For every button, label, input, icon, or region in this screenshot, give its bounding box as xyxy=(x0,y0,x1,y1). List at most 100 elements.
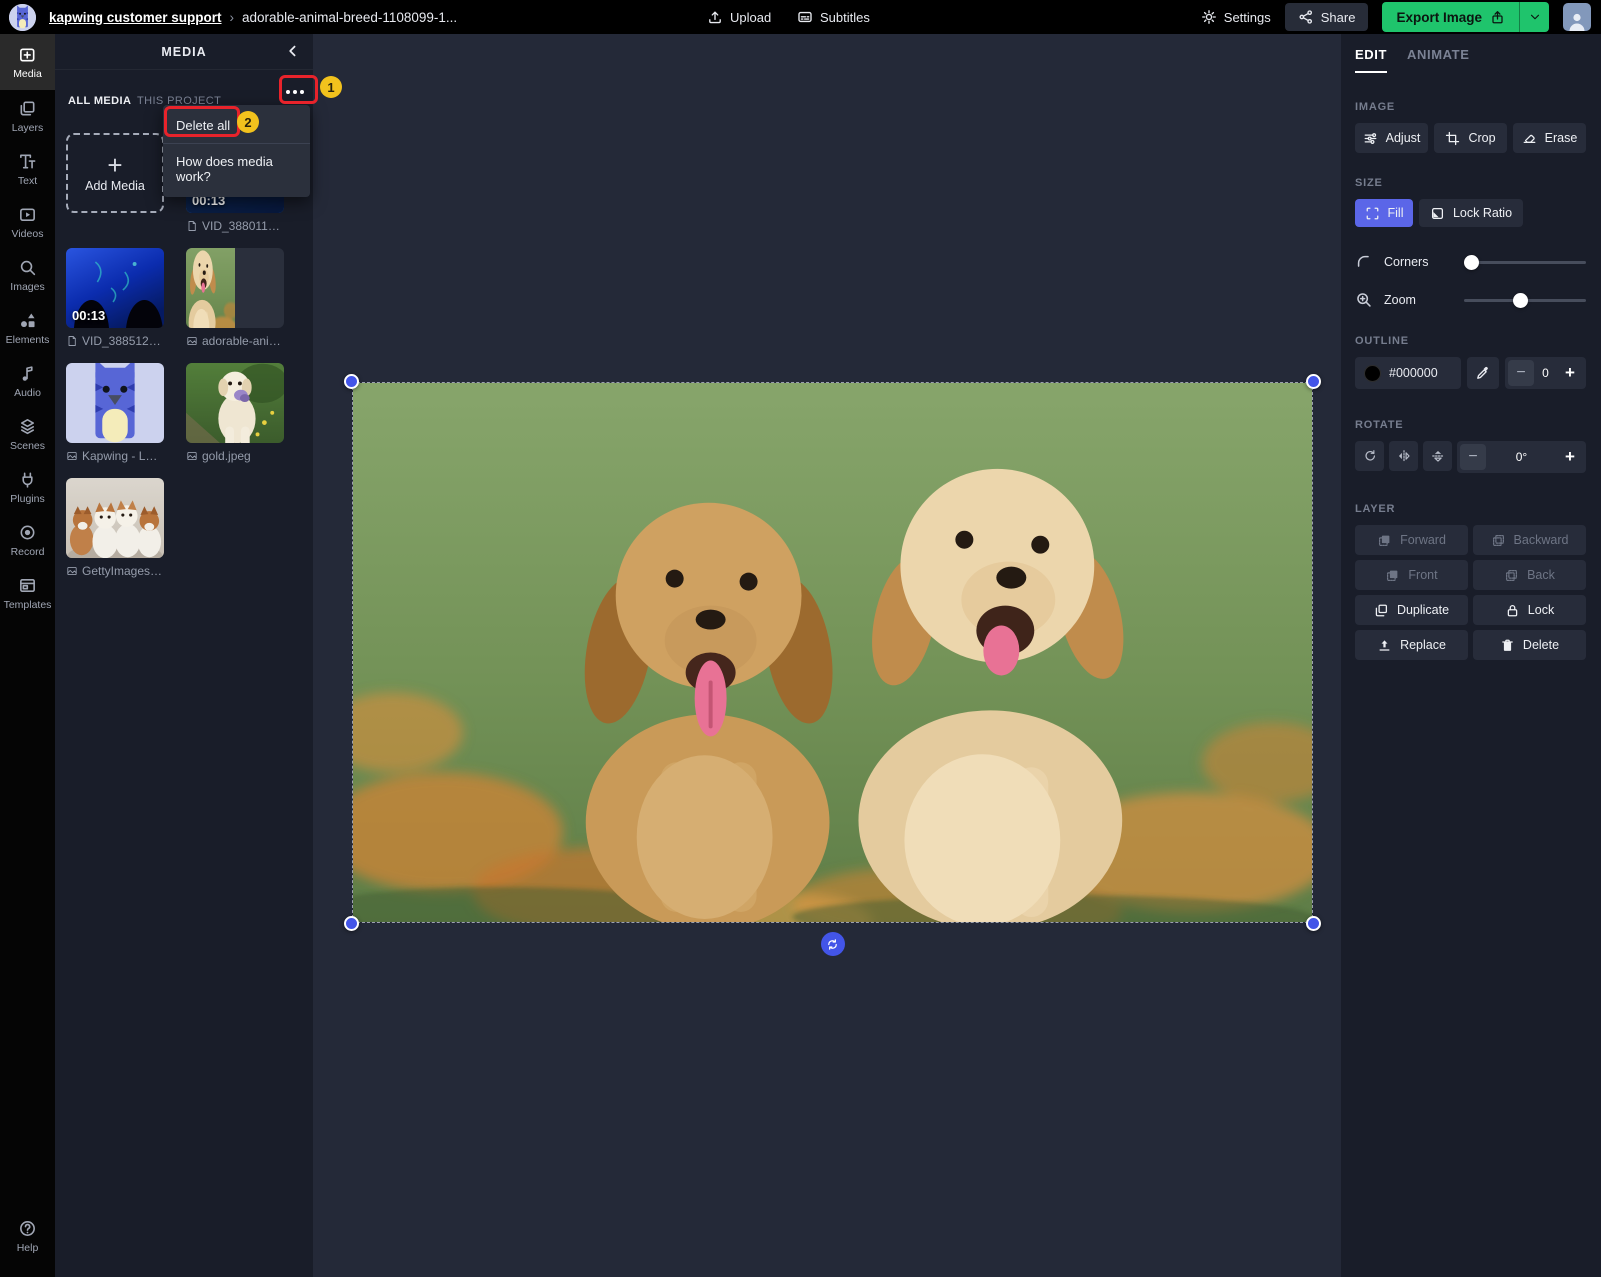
media-thumbnail-image[interactable] xyxy=(66,478,164,558)
rail-item-media[interactable]: Media xyxy=(0,34,55,90)
collapse-panel-button[interactable] xyxy=(285,43,301,59)
editor-canvas[interactable] xyxy=(313,34,1341,1277)
resize-handle-bottom-right[interactable] xyxy=(1306,916,1321,931)
rail-item-elements[interactable]: Elements xyxy=(0,302,55,355)
rotate-90-button[interactable] xyxy=(1355,441,1384,471)
rotate-handle[interactable] xyxy=(821,932,845,956)
shapes-icon xyxy=(18,311,37,330)
rail-item-layers[interactable]: Layers xyxy=(0,90,55,143)
fill-button[interactable]: Fill xyxy=(1355,199,1413,227)
media-tile: Kapwing - Log... xyxy=(66,363,164,463)
crop-icon xyxy=(1445,131,1460,146)
layer-forward-button[interactable]: Forward xyxy=(1355,525,1468,555)
corners-slider-thumb[interactable] xyxy=(1464,255,1479,270)
rail-item-help[interactable]: Help xyxy=(0,1210,55,1263)
corners-slider[interactable] xyxy=(1464,255,1586,270)
media-tile: adorable-anim... xyxy=(186,248,284,348)
tool-rail: Media Layers Text Videos Images Elements… xyxy=(0,34,55,1277)
lock-button[interactable]: Lock xyxy=(1473,595,1586,625)
rail-item-plugins[interactable]: Plugins xyxy=(0,461,55,514)
export-options-caret[interactable] xyxy=(1519,2,1549,32)
outline-controls: #000000 − 0 + xyxy=(1355,357,1586,389)
add-media-button[interactable]: + Add Media xyxy=(66,133,164,213)
zoom-slider[interactable] xyxy=(1464,293,1586,308)
media-panel-header: MEDIA xyxy=(55,34,313,70)
tab-edit[interactable]: EDIT xyxy=(1355,47,1387,73)
replace-button[interactable]: Replace xyxy=(1355,630,1468,660)
lock-icon xyxy=(1505,603,1520,618)
rail-item-audio[interactable]: Audio xyxy=(0,355,55,408)
selected-image-layer[interactable] xyxy=(353,383,1312,922)
eyedropper-button[interactable] xyxy=(1467,357,1499,389)
tab-all-media[interactable]: ALL MEDIA xyxy=(68,95,131,107)
record-icon xyxy=(18,523,37,542)
plus-button[interactable]: + xyxy=(1557,444,1583,470)
add-media-tile[interactable]: + Add Media xyxy=(66,133,164,233)
outline-color-button[interactable]: #000000 xyxy=(1355,357,1461,389)
media-thumbnail-video[interactable]: 00:13 xyxy=(66,248,164,328)
eraser-icon xyxy=(1522,131,1537,146)
resize-handle-bottom-left[interactable] xyxy=(344,916,359,931)
adjust-button[interactable]: Adjust xyxy=(1355,123,1428,153)
menu-item-how-media-works[interactable]: How does media work? xyxy=(163,145,310,193)
rail-label: Scenes xyxy=(10,440,45,452)
media-caption: VID_38801129_... xyxy=(186,219,284,233)
zoom-slider-thumb[interactable] xyxy=(1513,293,1528,308)
image-file-icon xyxy=(66,565,78,577)
minus-button[interactable]: − xyxy=(1508,360,1534,386)
subtitles-button[interactable]: Subtitles xyxy=(797,9,870,25)
erase-button[interactable]: Erase xyxy=(1513,123,1586,153)
delete-button[interactable]: Delete xyxy=(1473,630,1586,660)
kapwing-logo[interactable] xyxy=(9,4,36,31)
size-section-label: SIZE xyxy=(1355,177,1586,189)
resize-handle-top-left[interactable] xyxy=(344,374,359,389)
plus-icon: + xyxy=(107,153,122,177)
media-thumbnail-image[interactable] xyxy=(66,363,164,443)
share-button[interactable]: Share xyxy=(1285,3,1369,31)
media-grid: + Add Media 00:13 VID_38801129_... 00:13… xyxy=(66,133,306,578)
flip-vertical-button[interactable] xyxy=(1423,441,1452,471)
rail-item-videos[interactable]: Videos xyxy=(0,196,55,249)
layer-actions: Forward Backward Front Back Duplicate Lo… xyxy=(1355,525,1586,660)
fill-label: Fill xyxy=(1388,206,1404,220)
lock-ratio-button[interactable]: Lock Ratio xyxy=(1419,199,1523,227)
layer-back-button[interactable]: Back xyxy=(1473,560,1586,590)
layer-forward-label: Forward xyxy=(1400,533,1446,547)
flip-horizontal-button[interactable] xyxy=(1389,441,1418,471)
file-icon xyxy=(66,335,78,347)
media-caption: GettyImages-11... xyxy=(66,564,164,578)
project-title[interactable]: adorable-animal-breed-1108099-1... xyxy=(242,10,457,25)
rail-item-record[interactable]: Record xyxy=(0,514,55,567)
outline-section-label: OUTLINE xyxy=(1355,335,1586,347)
rotate-section-label: ROTATE xyxy=(1355,419,1586,431)
user-avatar[interactable] xyxy=(1563,3,1591,31)
rail-item-images[interactable]: Images xyxy=(0,249,55,302)
plus-button[interactable]: + xyxy=(1557,360,1583,386)
resize-handle-top-right[interactable] xyxy=(1306,374,1321,389)
settings-button[interactable]: Settings xyxy=(1201,9,1271,25)
upload-button[interactable]: Upload xyxy=(707,9,771,25)
layer-section-label: LAYER xyxy=(1355,503,1586,515)
duplicate-button[interactable]: Duplicate xyxy=(1355,595,1468,625)
browser-window-icon xyxy=(18,576,37,595)
layer-front-button[interactable]: Front xyxy=(1355,560,1468,590)
rail-item-scenes[interactable]: Scenes xyxy=(0,408,55,461)
outline-color-value: #000000 xyxy=(1389,366,1438,380)
workspace-link[interactable]: kapwing customer support xyxy=(49,10,222,25)
media-thumbnail-image[interactable] xyxy=(186,363,284,443)
export-image-button[interactable]: Export Image xyxy=(1382,2,1519,32)
layer-backward-label: Backward xyxy=(1514,533,1569,547)
inspector-tabs: EDIT ANIMATE xyxy=(1355,47,1586,73)
tab-animate[interactable]: ANIMATE xyxy=(1407,47,1469,73)
media-thumbnail-image[interactable] xyxy=(186,248,284,328)
lock-label: Lock xyxy=(1528,603,1554,617)
layer-front-label: Front xyxy=(1408,568,1437,582)
layer-backward-button[interactable]: Backward xyxy=(1473,525,1586,555)
crop-button[interactable]: Crop xyxy=(1434,123,1507,153)
flip-horizontal-icon xyxy=(1397,449,1411,463)
lock-ratio-label: Lock Ratio xyxy=(1453,206,1512,220)
rail-item-templates[interactable]: Templates xyxy=(0,567,55,620)
rail-item-text[interactable]: Text xyxy=(0,143,55,196)
rail-label: Templates xyxy=(4,599,52,611)
minus-button[interactable]: − xyxy=(1460,444,1486,470)
